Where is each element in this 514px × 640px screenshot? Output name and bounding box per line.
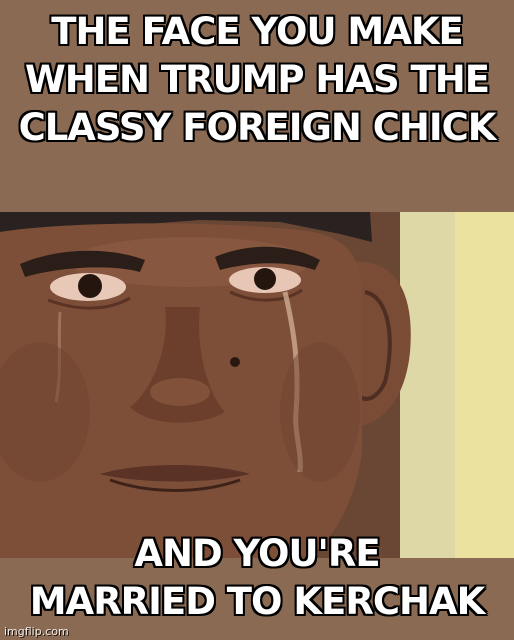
top-caption: THE FACE YOU MAKE WHEN TRUMP HAS THE CLA… <box>0 8 514 152</box>
bottom-caption-line-2: MARRIED TO KERCHAK <box>29 580 486 623</box>
top-caption-line-2: WHEN TRUMP HAS THE <box>24 58 490 101</box>
top-caption-line-1: THE FACE YOU MAKE <box>51 10 464 53</box>
face-illustration <box>0 212 514 558</box>
bottom-caption-line-1: AND YOU'RE <box>134 532 380 575</box>
top-caption-line-3: CLASSY FOREIGN CHICK <box>18 106 497 149</box>
meme-canvas: THE FACE YOU MAKE WHEN TRUMP HAS THE CLA… <box>0 0 514 640</box>
bottom-caption: AND YOU'RE MARRIED TO KERCHAK <box>0 530 514 626</box>
crying-face-photo <box>0 212 514 558</box>
watermark-label: imgflip.com <box>4 625 69 638</box>
